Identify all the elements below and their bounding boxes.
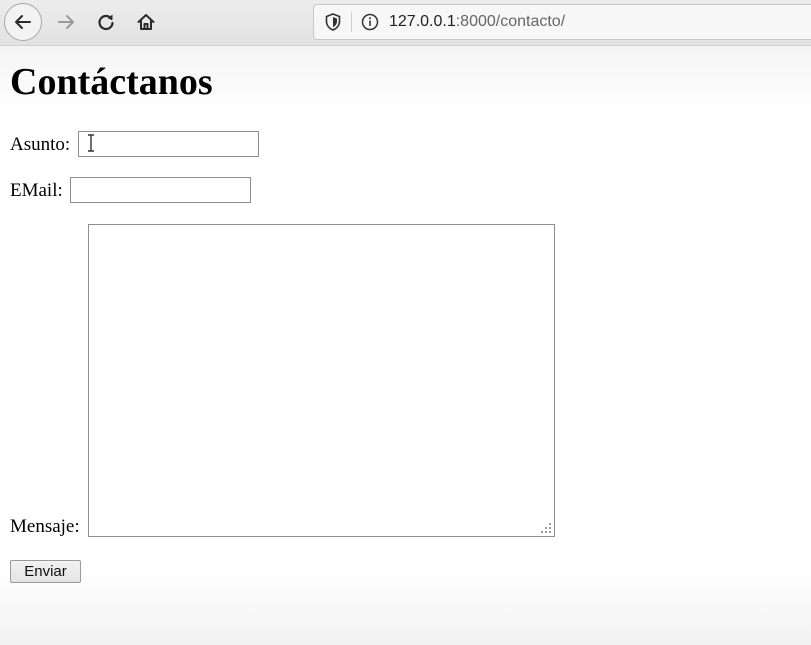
url-text[interactable]: 127.0.0.1:8000/contacto/ xyxy=(389,13,565,31)
asunto-input[interactable] xyxy=(78,131,259,157)
url-path: :8000/contacto/ xyxy=(455,13,566,30)
url-host: 127.0.0.1 xyxy=(389,13,456,30)
address-bar[interactable]: 127.0.0.1:8000/contacto/ xyxy=(313,4,811,40)
address-bar-divider xyxy=(351,12,352,32)
email-label: EMail: xyxy=(10,180,63,201)
browser-toolbar: 127.0.0.1:8000/contacto/ xyxy=(0,0,811,46)
text-cursor-icon xyxy=(88,134,94,152)
page-content: Contáctanos Asunto: EMail: Mensaje: Envi… xyxy=(0,46,811,645)
mensaje-textarea[interactable] xyxy=(88,224,555,537)
email-input[interactable] xyxy=(70,177,251,203)
home-icon xyxy=(136,12,156,32)
home-button[interactable] xyxy=(127,3,165,41)
site-info-icon[interactable] xyxy=(361,13,379,31)
forward-arrow-icon xyxy=(56,12,76,32)
resize-grip-icon[interactable] xyxy=(540,522,552,534)
page-title: Contáctanos xyxy=(10,61,213,103)
back-button[interactable] xyxy=(4,3,42,41)
tracking-shield-icon[interactable] xyxy=(324,13,342,31)
forward-button[interactable] xyxy=(47,3,85,41)
enviar-button[interactable]: Enviar xyxy=(10,560,81,583)
mensaje-label: Mensaje: xyxy=(10,516,80,537)
reload-icon xyxy=(96,12,116,32)
back-arrow-icon xyxy=(13,12,33,32)
reload-button[interactable] xyxy=(87,3,125,41)
asunto-label: Asunto: xyxy=(10,134,71,155)
